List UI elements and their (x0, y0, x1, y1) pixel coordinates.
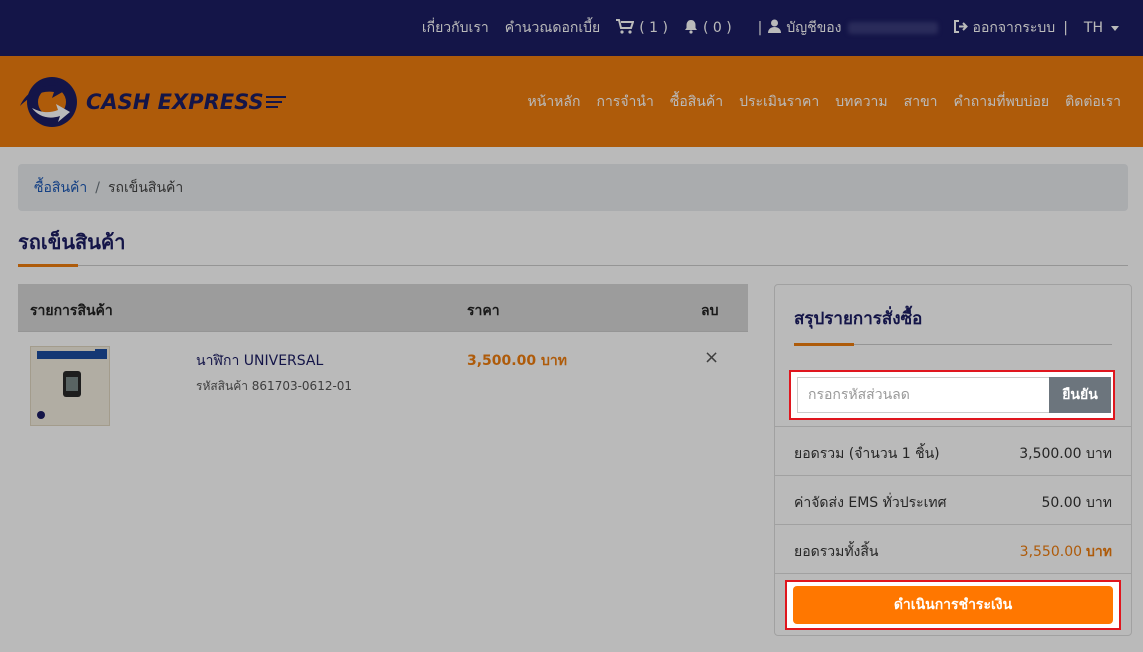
about-link[interactable]: เกี่ยวกับเรา (422, 17, 489, 39)
divider (775, 573, 1131, 574)
nav-pawn[interactable]: การจำนำ (596, 91, 653, 113)
nav-appraisal[interactable]: ประเมินราคา (739, 91, 819, 113)
caret-down-icon (1111, 25, 1119, 31)
main-header: CASH EXPRESS หน้าหลัก การจำนำ ซื้อสินค้า… (0, 56, 1143, 147)
separator: | (1063, 20, 1068, 36)
breadcrumb-current: รถเข็นสินค้า (107, 179, 184, 196)
title-accent-bar (18, 264, 78, 267)
product-image[interactable] (30, 346, 110, 426)
user-icon (768, 19, 782, 37)
coupon-highlight: ยืนยัน (789, 370, 1115, 420)
shipping-label: ค่าจัดส่ง EMS ทั่วประเทศ (794, 495, 947, 511)
logo-icon (20, 77, 77, 127)
account-label: บัญชีของ (786, 20, 842, 36)
logo-text: CASH EXPRESS (86, 90, 264, 114)
subtotal-label: ยอดรวม (จำนวน 1 ชิ้น) (794, 446, 940, 462)
logout-label: ออกจากระบบ (972, 20, 1056, 36)
product-price: 3,500.00 บาท (467, 353, 567, 369)
cart-count: ( 1 ) (639, 20, 668, 36)
nav-articles[interactable]: บทความ (835, 91, 887, 113)
total-currency: บาท (1086, 544, 1112, 560)
cart-link[interactable]: ( 1 ) (616, 18, 668, 38)
language-dropdown[interactable]: TH (1084, 20, 1119, 36)
checkout-highlight: ดำเนินการชำระเงิน (785, 580, 1121, 630)
total-amount: 3,550.00 (1019, 544, 1083, 560)
divider (18, 265, 1128, 266)
nav-faq[interactable]: คำถามที่พบบ่อย (954, 91, 1050, 113)
subtotal-row: ยอดรวม (จำนวน 1 ชิ้น) 3,500.00 บาท (775, 426, 1131, 475)
total-row: ยอดรวมทั้งสิ้น 3,550.00 บาท (775, 524, 1131, 573)
total-label: ยอดรวมทั้งสิ้น (794, 544, 879, 560)
header-remove: ลบ (701, 303, 719, 319)
separator: | (757, 20, 763, 36)
account-link[interactable]: | บัญชีของ (748, 17, 938, 39)
summary-title: สรุปรายการสั่งซื้อ (794, 309, 923, 329)
notification-count: ( 0 ) (702, 20, 732, 36)
remove-item-icon[interactable]: × (704, 347, 719, 368)
breadcrumb: ซื้อสินค้า / รถเข็นสินค้า (18, 164, 1128, 211)
language-value: TH (1083, 20, 1103, 36)
nav-contact[interactable]: ติดต่อเรา (1065, 91, 1121, 113)
header-item: รายการสินค้า (30, 303, 113, 319)
summary-accent-bar (794, 343, 854, 346)
coupon-confirm-button[interactable]: ยืนยัน (1049, 377, 1111, 413)
checkout-button[interactable]: ดำเนินการชำระเงิน (793, 586, 1113, 624)
cart-item-row: นาฬิกา UNIVERSAL รหัสสินค้า 861703-0612-… (18, 333, 748, 438)
interest-calc-link[interactable]: คำนวณดอกเบี้ย (505, 17, 601, 39)
main-nav: หน้าหลัก การจำนำ ซื้อสินค้า ประเมินราคา … (512, 56, 1121, 147)
cart-table-header: รายการสินค้า ราคา ลบ (18, 284, 748, 332)
nav-branches[interactable]: สาขา (904, 91, 938, 113)
logout-icon (953, 19, 968, 37)
breadcrumb-shop-link[interactable]: ซื้อสินค้า (34, 177, 87, 199)
header-price: ราคา (467, 303, 500, 319)
bell-icon (684, 19, 698, 38)
logout-link[interactable]: ออกจากระบบ | (953, 17, 1068, 39)
nav-shop[interactable]: ซื้อสินค้า (670, 91, 723, 113)
speed-lines-icon (265, 93, 286, 111)
shipping-row: ค่าจัดส่ง EMS ทั่วประเทศ 50.00 บาท (775, 475, 1131, 524)
logo[interactable]: CASH EXPRESS (18, 72, 286, 132)
subtotal-value: 3,500.00 บาท (1019, 446, 1112, 462)
page-title: รถเข็นสินค้า (18, 230, 126, 254)
coupon-input[interactable] (797, 377, 1049, 413)
top-bar: เกี่ยวกับเรา คำนวณดอกเบี้ย ( 1 ) ( 0 ) |… (0, 0, 1143, 56)
cart-icon (616, 18, 635, 38)
product-name[interactable]: นาฬิกา UNIVERSAL (196, 350, 323, 372)
notification-link[interactable]: ( 0 ) (684, 19, 732, 38)
product-sku: รหัสสินค้า 861703-0612-01 (196, 379, 353, 393)
total-value: 3,550.00 บาท (1020, 541, 1112, 563)
breadcrumb-separator: / (95, 179, 100, 196)
shipping-value: 50.00 บาท (1041, 495, 1112, 511)
account-name-redacted (847, 22, 938, 34)
nav-home[interactable]: หน้าหลัก (528, 91, 581, 113)
